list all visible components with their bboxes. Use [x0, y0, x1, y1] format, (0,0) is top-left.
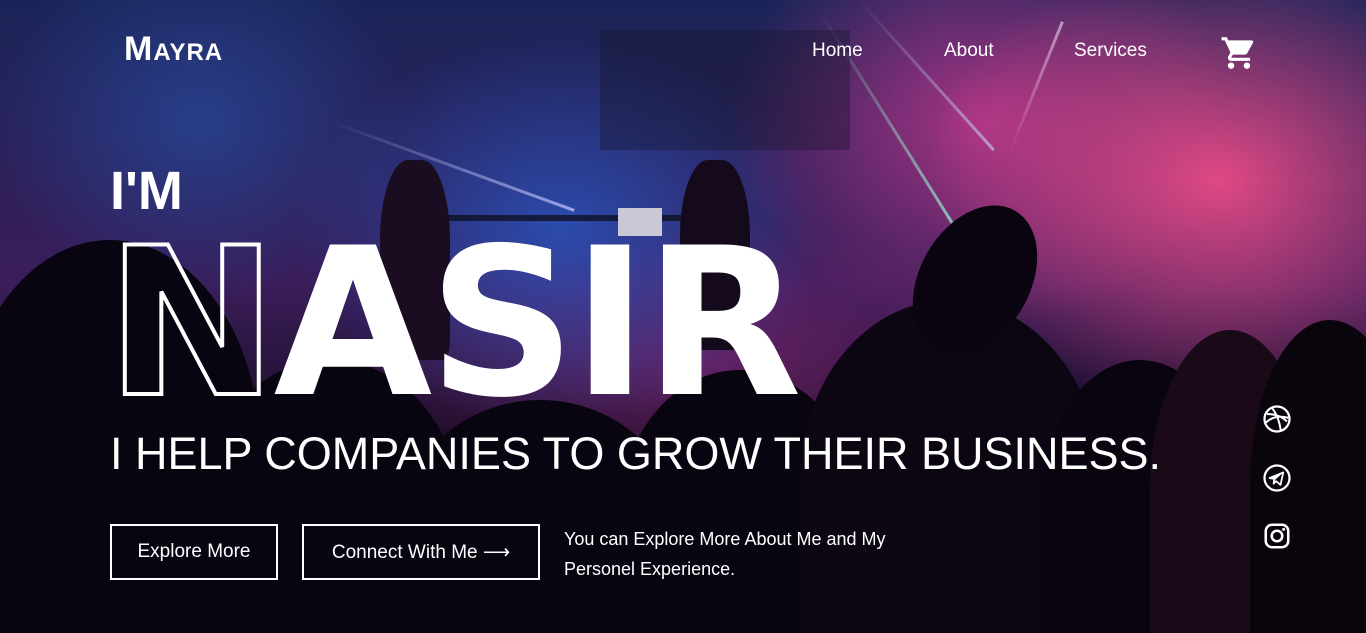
- nav-about[interactable]: About: [944, 40, 994, 62]
- hero-name: NASIR: [104, 220, 802, 429]
- light-beam: [1008, 21, 1064, 153]
- nav-home[interactable]: Home: [812, 40, 863, 62]
- cart-icon[interactable]: [1220, 34, 1258, 72]
- light-beam: [329, 120, 575, 212]
- logo-rest: AYRA: [153, 39, 224, 66]
- explore-more-button[interactable]: Explore More: [110, 524, 278, 580]
- hero-name-filled: ASIR: [273, 205, 802, 443]
- light-beam: [858, 0, 995, 152]
- instagram-icon[interactable]: [1262, 521, 1292, 551]
- hero-tagline: I HELP COMPANIES TO GROW THEIR BUSINESS.: [110, 428, 1162, 479]
- hero-name-outlined: N: [104, 205, 280, 443]
- site-logo[interactable]: MAYRA: [124, 30, 223, 69]
- nav-services[interactable]: Services: [1074, 40, 1147, 62]
- connect-button[interactable]: Connect With Me ⟶: [302, 524, 540, 580]
- telegram-icon[interactable]: [1262, 463, 1292, 493]
- dribbble-icon[interactable]: [1262, 404, 1292, 434]
- logo-initial: M: [124, 30, 154, 68]
- hero-description: You can Explore More About Me and My Per…: [564, 529, 886, 579]
